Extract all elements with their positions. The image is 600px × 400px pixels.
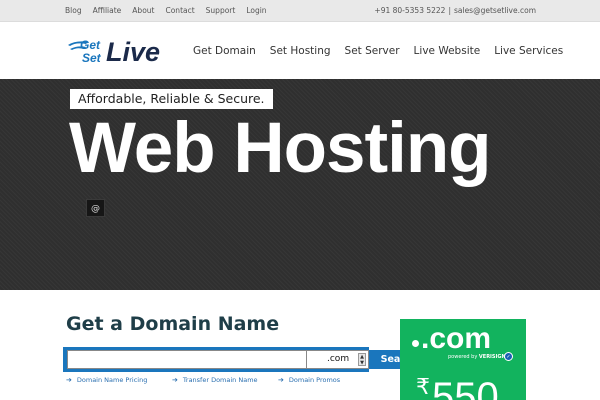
promo-price: ₹550	[416, 364, 499, 400]
tld-selected-value: .com	[327, 354, 350, 364]
logo-live: Live	[106, 37, 160, 66]
logo[interactable]: Get Set Live	[66, 36, 176, 66]
link-transfer-domain-name[interactable]: ➔ Transfer Domain Name	[172, 375, 258, 385]
top-link-login[interactable]: Login	[246, 5, 266, 16]
nav-set-hosting[interactable]: Set Hosting	[270, 44, 331, 58]
com-promo-banner[interactable]: .com powered by VERISIGN ✓ ₹550	[400, 319, 526, 400]
verisign-text: VERISIGN	[478, 354, 506, 360]
verisign-check-icon: ✓	[504, 352, 513, 361]
link-label: Transfer Domain Name	[182, 376, 258, 384]
top-links: Blog Affiliate About Contact Support Log…	[65, 5, 278, 16]
nav-set-server[interactable]: Set Server	[345, 44, 400, 58]
domain-links: ➔ Domain Name Pricing ➔ Transfer Domain Na…	[66, 375, 366, 387]
top-bar: Blog Affiliate About Contact Support Log…	[0, 0, 600, 22]
select-arrows-icon: ▲ ▼	[358, 353, 366, 366]
nav-live-services[interactable]: Live Services	[494, 44, 563, 58]
domain-search-bar: .com ▲ ▼ Search	[63, 347, 429, 372]
logo-set: Set	[82, 51, 102, 65]
arrow-right-icon: ➔	[66, 376, 72, 384]
link-label: Domain Name Pricing	[76, 376, 148, 384]
promo-tld: .com	[421, 322, 492, 355]
nav-live-website[interactable]: Live Website	[414, 44, 481, 58]
contact-separator: |	[448, 6, 451, 15]
logo-get: Get	[80, 38, 101, 52]
dot-icon	[412, 340, 419, 347]
top-link-about[interactable]: About	[132, 5, 154, 16]
top-link-blog[interactable]: Blog	[65, 5, 82, 16]
email-address[interactable]: sales@getsetlive.com	[454, 6, 536, 15]
promo-powered-by: powered by VERISIGN	[448, 354, 506, 361]
powered-by-text: powered by	[448, 354, 478, 360]
domain-section-title: Get a Domain Name	[66, 313, 280, 335]
main-nav: Get Domain Set Hosting Set Server Live W…	[193, 44, 577, 58]
link-domain-promos[interactable]: ➔ Domain Promos	[278, 375, 340, 385]
price-value: 550	[432, 375, 499, 400]
link-domain-name-pricing[interactable]: ➔ Domain Name Pricing	[66, 375, 147, 385]
top-link-contact[interactable]: Contact	[165, 5, 194, 16]
site-header: Get Set Live Get Domain Set Hosting Set …	[0, 22, 600, 79]
tld-select[interactable]: .com ▲ ▼	[307, 350, 369, 369]
phone-number: +91 80-5353 5222	[374, 6, 446, 15]
rupee-symbol: ₹	[416, 374, 430, 399]
top-link-support[interactable]: Support	[206, 5, 236, 16]
contact-info: +91 80-5353 5222 | sales@getsetlive.com	[374, 5, 536, 16]
nav-get-domain[interactable]: Get Domain	[193, 44, 256, 58]
top-link-affiliate[interactable]: Affiliate	[93, 5, 122, 16]
domain-search-input[interactable]	[67, 350, 307, 369]
link-label: Domain Promos	[288, 376, 341, 384]
hero-banner: Affordable, Reliable & Secure. Web Hosti…	[0, 79, 600, 290]
arrow-right-icon: ➔	[172, 376, 178, 384]
at-icon[interactable]: @	[86, 199, 105, 217]
hero-title: Web Hosting	[69, 109, 492, 188]
arrow-right-icon: ➔	[278, 376, 284, 384]
